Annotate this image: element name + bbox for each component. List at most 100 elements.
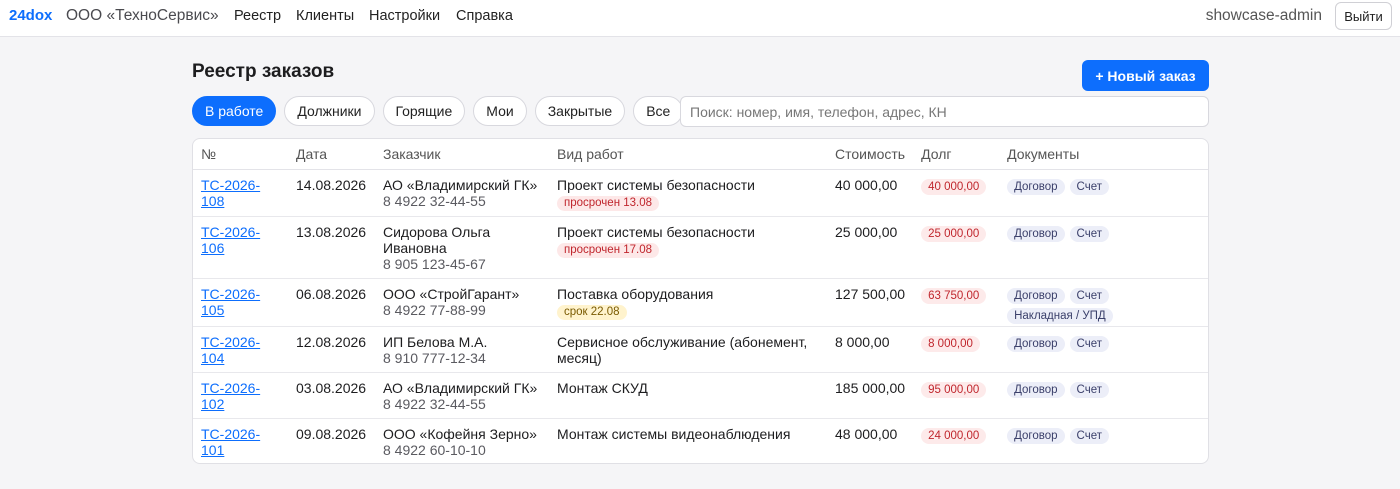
cost-cell: 40 000,00 (827, 169, 914, 217)
order-number-suffix[interactable]: 105 (201, 302, 224, 318)
document-badge[interactable]: Договор (1007, 381, 1065, 398)
work-type-cell: Монтаж системы видеонаблюдения (549, 418, 827, 463)
document-badge[interactable]: Договор (1007, 427, 1065, 444)
debt-cell: 95 000,00 (913, 372, 1000, 419)
order-number-link[interactable]: ТС-2026- 105 (201, 286, 260, 318)
deadline-status-badge: просрочен 13.08 (557, 195, 660, 211)
order-date-cell: 03.08.2026 (288, 372, 375, 419)
logout-button[interactable]: Выйти (1335, 2, 1392, 30)
client-phone: 8 4922 77-88-99 (383, 301, 486, 318)
work-type: Проект системы безопасности (557, 176, 755, 193)
nav-link-registry[interactable]: Реестр (234, 8, 281, 24)
document-badge[interactable]: Счет (1069, 427, 1109, 444)
order-number-link[interactable]: ТС-2026- 104 (201, 334, 260, 366)
new-order-button[interactable]: + Новый заказ (1082, 60, 1209, 91)
debt-badge: 63 750,00 (921, 287, 987, 304)
column-header-date[interactable]: Дата (288, 139, 375, 170)
order-number-link[interactable]: ТС-2026- 102 (201, 380, 260, 412)
documents-cell: Договор Счет (999, 418, 1208, 463)
document-badge[interactable]: Накладная / УПД (1007, 307, 1113, 324)
work-type-cell: Сервисное обслуживание (абонемент, месяц… (549, 326, 827, 373)
filter-debtors[interactable]: Должники (284, 96, 375, 126)
filter-mine[interactable]: Мои (473, 96, 527, 126)
order-number-suffix[interactable]: 108 (201, 193, 224, 209)
nav-link-help[interactable]: Справка (456, 8, 513, 24)
document-badge[interactable]: Договор (1007, 225, 1065, 242)
order-number-link[interactable]: ТС-2026- 106 (201, 224, 260, 256)
order-number-prefix[interactable]: ТС-2026- (201, 286, 260, 302)
document-badge[interactable]: Счет (1069, 335, 1109, 352)
debt-cell: 25 000,00 (913, 216, 1000, 279)
nav-link-clients[interactable]: Клиенты (296, 8, 354, 24)
order-number-prefix[interactable]: ТС-2026- (201, 426, 260, 442)
filter-in-progress[interactable]: В работе (192, 96, 277, 126)
column-header-number[interactable]: № (193, 139, 288, 170)
client-cell: ООО «СтройГарант» 8 4922 77-88-99 (375, 278, 549, 327)
cost-cell: 48 000,00 (835, 425, 898, 442)
client-name: ООО «СтройГарант» (383, 285, 520, 302)
column-header-documents[interactable]: Документы (999, 139, 1208, 170)
deadline-status-badge: просрочен 17.08 (557, 242, 660, 258)
debt-cell: 63 750,00 (913, 278, 1000, 327)
client-phone: 8 910 777-12-34 (383, 349, 486, 366)
document-badge[interactable]: Договор (1007, 287, 1065, 304)
table-row[interactable]: ТС-2026- 105 06.08.2026 ООО «СтройГарант»… (193, 278, 1208, 327)
table-row[interactable]: ТС-2026- 104 12.08.2026 ИП Белова М.А. 8 … (193, 326, 1208, 373)
order-number-cell: ТС-2026- 105 (193, 278, 288, 327)
document-badge[interactable]: Счет (1069, 178, 1109, 195)
table-row[interactable]: ТС-2026- 101 09.08.2026 ООО «Кофейня Зерн… (193, 418, 1208, 463)
column-header-client[interactable]: Заказчик (375, 139, 549, 170)
document-badge[interactable]: Договор (1007, 335, 1065, 352)
order-number-suffix[interactable]: 106 (201, 240, 224, 256)
debt-badge: 40 000,00 (921, 178, 987, 195)
client-cell: Сидорова Ольга Ивановна 8 905 123-45-67 (375, 216, 549, 279)
client-phone: 8 4922 32-44-55 (383, 395, 486, 412)
order-number-cell: ТС-2026- 101 (193, 418, 288, 463)
orders-table: № Дата Заказчик Вид работ Стоимость Долг… (193, 139, 1208, 463)
filter-urgent[interactable]: Горящие (382, 96, 466, 126)
cost-cell: 8 000,00 (827, 326, 914, 373)
debt-cell: 24 000,00 (913, 418, 999, 463)
filter-all[interactable]: Все (633, 96, 684, 126)
document-badge[interactable]: Счет (1069, 381, 1109, 398)
column-header-debt[interactable]: Долг (913, 139, 1000, 170)
table-row[interactable]: ТС-2026- 108 14.08.2026 АО «Владимирский … (193, 169, 1208, 217)
order-number-suffix[interactable]: 102 (201, 396, 224, 412)
search-input[interactable] (680, 96, 1209, 127)
order-number-cell: ТС-2026- 104 (193, 326, 288, 373)
column-header-work-type[interactable]: Вид работ (549, 139, 827, 170)
order-number-prefix[interactable]: ТС-2026- (201, 334, 260, 350)
document-badge[interactable]: Счет (1069, 287, 1109, 304)
client-cell: АО «Владимирский ГК» 8 4922 32-44-55 (375, 169, 549, 217)
documents-cell: Договор Счет (999, 216, 1208, 279)
document-badge[interactable]: Счет (1069, 225, 1109, 242)
cost-cell: 127 500,00 (827, 278, 914, 327)
document-badge[interactable]: Договор (1007, 178, 1065, 195)
order-number-prefix[interactable]: ТС-2026- (201, 177, 260, 193)
work-type: Монтаж системы видеонаблюдения (557, 425, 791, 442)
documents-cell: Договор Счет (999, 169, 1208, 217)
column-header-cost[interactable]: Стоимость (827, 139, 914, 170)
order-number-link[interactable]: ТС-2026- 108 (201, 177, 260, 209)
debt-badge: 24 000,00 (921, 427, 987, 444)
table-row[interactable]: ТС-2026- 102 03.08.2026 АО «Владимирский … (193, 372, 1208, 419)
nav-link-settings[interactable]: Настройки (369, 8, 440, 24)
filter-closed[interactable]: Закрытые (534, 96, 626, 126)
table-header-row: № Дата Заказчик Вид работ Стоимость Долг… (193, 139, 1208, 170)
client-cell: АО «Владимирский ГК» 8 4922 32-44-55 (375, 372, 549, 419)
order-date-cell: 14.08.2026 (288, 169, 375, 217)
brand-logo[interactable]: 24dox (9, 7, 52, 24)
debt-badge: 95 000,00 (921, 381, 987, 398)
order-number-suffix[interactable]: 104 (201, 350, 224, 366)
debt-cell: 40 000,00 (913, 169, 1000, 217)
order-number-prefix[interactable]: ТС-2026- (201, 380, 260, 396)
work-type: Сервисное обслуживание (абонемент, месяц… (557, 333, 808, 366)
order-number-suffix[interactable]: 101 (201, 442, 224, 458)
table-row[interactable]: ТС-2026- 106 13.08.2026 Сидорова Ольга Ив… (193, 216, 1208, 279)
order-number-prefix[interactable]: ТС-2026- (201, 224, 260, 240)
order-number-link[interactable]: ТС-2026- 101 (201, 426, 260, 458)
order-number-cell: ТС-2026- 108 (193, 169, 288, 217)
current-user: showcase-admin (1205, 7, 1322, 24)
documents-cell: Договор Счет Накладная / УПД (999, 278, 1208, 327)
top-navbar: 24dox ООО «ТехноСервис» Реестр Клиенты Н… (0, 0, 1400, 37)
